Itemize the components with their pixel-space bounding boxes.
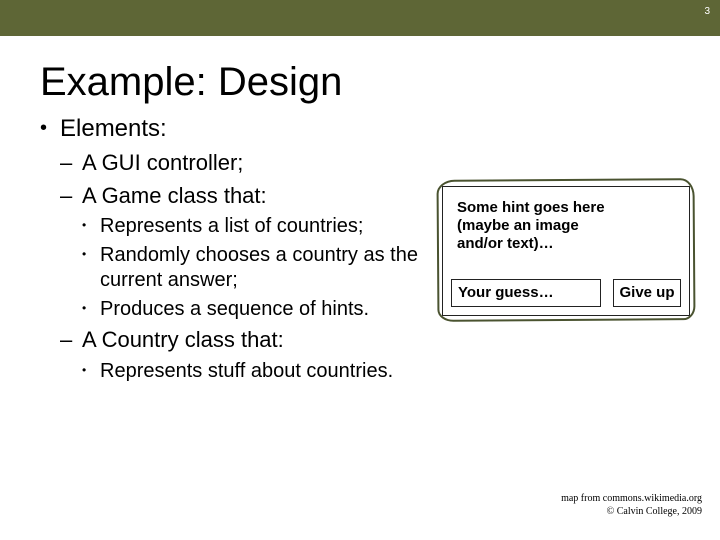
- mockup-giveup-button[interactable]: Give up: [613, 279, 681, 307]
- slide-title: Example: Design: [0, 36, 720, 115]
- bullet-l3-random-country: Randomly chooses a country as the curren…: [82, 243, 442, 293]
- bullet-l3-represents-countries: Represents a list of countries;: [82, 214, 442, 239]
- footer-copyright: © Calvin College, 2009: [561, 505, 702, 518]
- bullet-l3-represents-stuff: Represents stuff about countries.: [82, 359, 442, 384]
- page-number: 3: [704, 6, 710, 17]
- footer-attribution: map from commons.wikimedia.org: [561, 492, 702, 505]
- header-bar: 3: [0, 0, 720, 36]
- mockup-window: Some hint goes here (maybe an image and/…: [442, 186, 690, 316]
- mockup-guess-input[interactable]: Your guess…: [451, 279, 601, 307]
- bullet-l1-elements: Elements:: [40, 115, 720, 143]
- bullet-l3-sequence-hints: Produces a sequence of hints.: [82, 297, 442, 322]
- bullet-l2-gui-controller: A GUI controller;: [60, 149, 720, 178]
- footer-credits: map from commons.wikimedia.org © Calvin …: [561, 492, 702, 518]
- bullet-l2-country-class: A Country class that:: [60, 326, 720, 355]
- mockup-hint-text: Some hint goes here (maybe an image and/…: [457, 199, 637, 253]
